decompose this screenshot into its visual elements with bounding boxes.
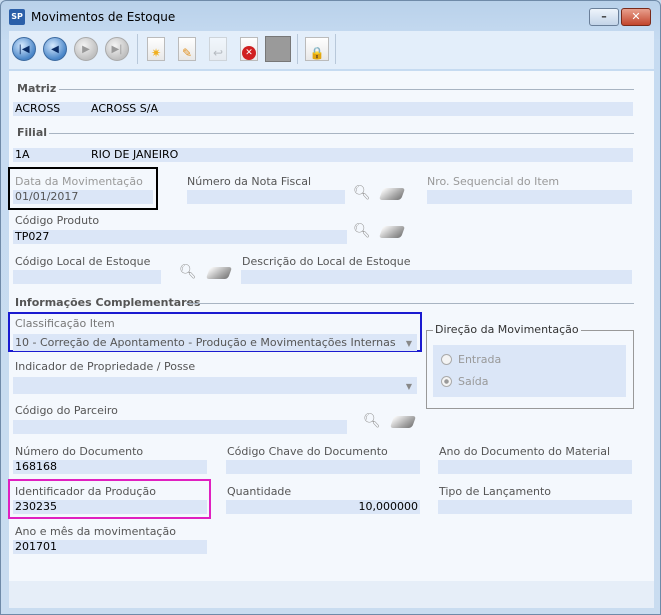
minimize-button[interactable]: – (589, 8, 619, 26)
previous-icon: ◀ (43, 37, 67, 61)
first-record-button[interactable]: |◀ (11, 36, 37, 62)
pencil-icon: ✎ (178, 37, 196, 61)
next-record-button[interactable]: ▶ (73, 36, 99, 62)
toolbar-separator (335, 34, 336, 64)
matriz-name: ACROSS S/A (91, 102, 158, 115)
nota-fiscal-label: Número da Nota Fiscal (187, 175, 312, 188)
radio-saida[interactable] (441, 376, 452, 387)
cod-local-input[interactable] (13, 270, 161, 284)
chave-doc-input[interactable] (226, 460, 420, 474)
quantidade-label: Quantidade (227, 485, 292, 498)
filial-section-title: Filial (17, 126, 48, 139)
lock-button[interactable]: 🔒 (304, 36, 330, 62)
ano-doc-input[interactable] (438, 460, 632, 474)
save-icon (265, 36, 291, 62)
next-icon: ▶ (74, 37, 98, 61)
edit-button[interactable]: ✎ (174, 36, 200, 62)
eraser-icon[interactable] (378, 188, 406, 200)
last-record-icon: ▶| (105, 37, 129, 61)
quantidade-input[interactable]: 10,000000 (226, 500, 420, 514)
desc-local-label: Descrição do Local de Estoque (242, 255, 411, 268)
chevron-down-icon[interactable]: ▼ (402, 339, 416, 348)
lock-icon: 🔒 (305, 37, 329, 61)
delete-icon: ✕ (240, 37, 258, 61)
seq-item-input[interactable] (427, 190, 632, 204)
window-title: Movimentos de Estoque (31, 10, 176, 24)
filial-name: RIO DE JANEIRO (91, 148, 179, 161)
last-record-button[interactable]: ▶| (104, 36, 130, 62)
parceiro-label: Código do Parceiro (15, 404, 118, 417)
toolbar-separator (297, 34, 298, 64)
eraser-icon[interactable] (378, 226, 406, 238)
search-icon[interactable]: 🔍︎ (353, 185, 371, 201)
divider (186, 303, 634, 304)
cod-produto-label: Código Produto (15, 214, 100, 227)
eraser-icon[interactable] (205, 267, 233, 279)
seq-item-label: Nro. Sequencial do Item (427, 175, 560, 188)
new-document-icon: ✷ (147, 37, 165, 61)
cod-local-label: Código Local de Estoque (15, 255, 151, 268)
entrada-label: Entrada (458, 353, 502, 366)
saida-label: Saída (458, 375, 489, 388)
close-button[interactable]: ✕ (621, 8, 651, 26)
window: SP Movimentos de Estoque – ✕ |◀ ◀ ▶ ▶| ✷… (0, 0, 661, 615)
save-button[interactable] (265, 36, 291, 62)
chave-doc-label: Código Chave do Documento (227, 445, 388, 458)
classificacao-select[interactable]: 10 - Correção de Apontamento - Produção … (13, 334, 417, 351)
direcao-label: Direção da Movimentação (433, 323, 581, 336)
undo-icon: ↩ (209, 37, 227, 61)
search-icon[interactable]: 🔍︎ (179, 264, 197, 280)
desc-local-input (241, 270, 632, 284)
complementares-section-title: Informações Complementares (15, 296, 201, 309)
first-record-icon: |◀ (12, 37, 36, 61)
search-icon[interactable]: 🔍︎ (353, 223, 371, 239)
data-mov-input[interactable]: 01/01/2017 (13, 190, 153, 204)
previous-record-button[interactable]: ◀ (42, 36, 68, 62)
tipo-lanc-input[interactable] (438, 500, 632, 514)
app-icon: SP (9, 9, 25, 25)
ano-mes-label: Ano e mês da movimentação (15, 525, 176, 538)
matriz-code: ACROSS (15, 102, 61, 115)
ano-mes-input[interactable]: 201701 (13, 540, 207, 554)
toolbar-separator (137, 34, 138, 64)
divider (49, 133, 634, 134)
id-producao-label: Identificador da Produção (15, 485, 156, 498)
num-doc-label: Número do Documento (15, 445, 144, 458)
ano-doc-label: Ano do Documento do Material (439, 445, 611, 458)
undo-button[interactable]: ↩ (205, 36, 231, 62)
indicador-select[interactable] (13, 377, 417, 394)
status-strip (9, 581, 654, 608)
new-button[interactable]: ✷ (143, 36, 169, 62)
eraser-icon[interactable] (389, 416, 417, 428)
matriz-section-title: Matriz (17, 82, 57, 95)
filial-code: 1A (15, 148, 30, 161)
data-mov-label: Data da Movimentação (15, 175, 143, 188)
tipo-lanc-label: Tipo de Lançamento (439, 485, 552, 498)
classificacao-label: Classificação Item (15, 317, 115, 330)
parceiro-input[interactable] (13, 420, 347, 434)
num-doc-input[interactable]: 168168 (13, 460, 207, 474)
id-producao-input[interactable]: 230235 (13, 500, 207, 514)
cod-produto-input[interactable]: TP027 (13, 230, 347, 244)
indicador-label: Indicador de Propriedade / Posse (15, 360, 196, 373)
chevron-down-icon[interactable]: ▼ (402, 382, 416, 391)
delete-button[interactable]: ✕ (236, 36, 262, 62)
divider (59, 89, 634, 90)
nota-fiscal-input[interactable] (187, 190, 345, 204)
radio-entrada[interactable] (441, 354, 452, 365)
search-icon[interactable]: 🔍︎ (363, 413, 381, 429)
